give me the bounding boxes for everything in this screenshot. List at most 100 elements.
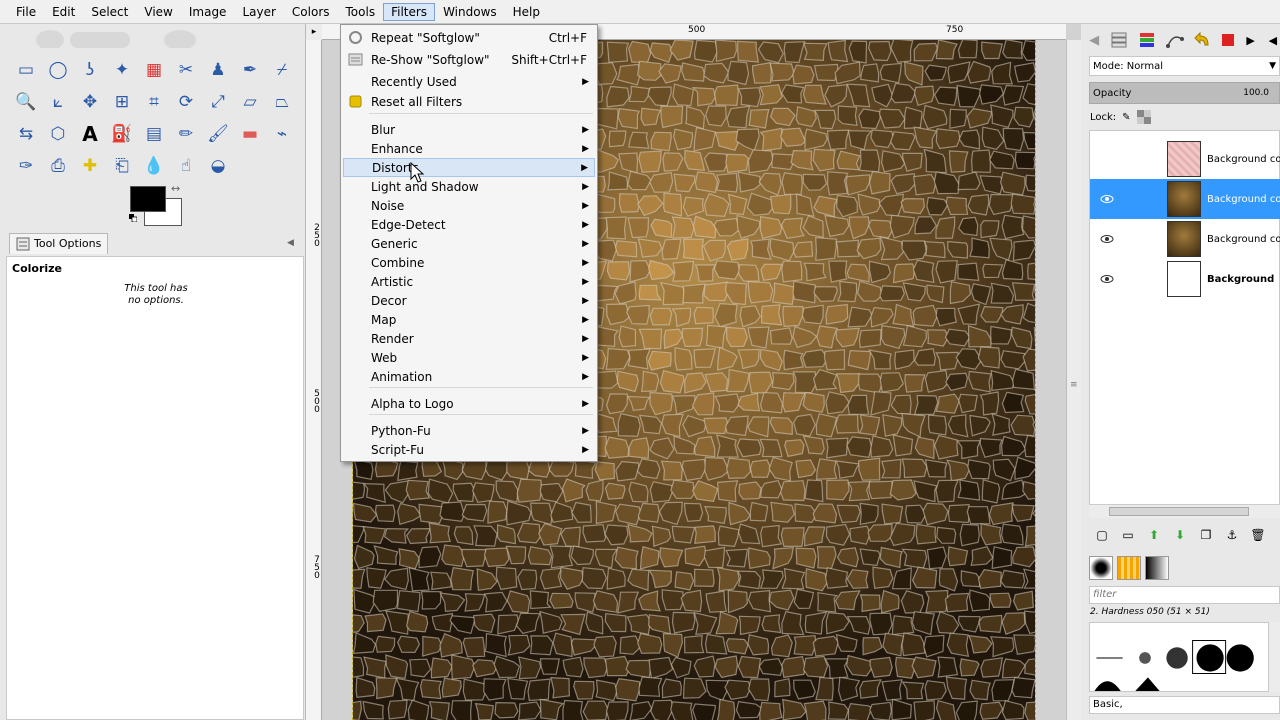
layers-horizontal-scrollbar[interactable] [1089,504,1280,518]
foreground-color-swatch[interactable] [130,186,166,212]
menu-view[interactable]: View [136,3,180,21]
paths-tab-icon[interactable] [1165,29,1185,51]
lower-layer-icon[interactable]: ⬇ [1171,527,1189,543]
layer-name[interactable]: Background cop [1207,154,1280,165]
filters-menu-item-recently-used[interactable]: Recently Used ▶ [343,72,595,91]
zoom-tool-icon[interactable]: 🔍 [12,88,40,116]
scale-tool-icon[interactable]: ⤢ [204,88,232,116]
crop-tool-icon[interactable]: ⌗ [140,88,168,116]
filters-menu-item-re-show-softglow[interactable]: Re-Show "Softglow" Shift+Ctrl+F [343,50,595,69]
filters-menu-item-light-and-shadow[interactable]: Light and Shadow ▶ [343,177,595,196]
perspective-tool-icon[interactable]: ⏢ [268,88,296,116]
filters-menu-item-decor[interactable]: Decor ▶ [343,291,595,310]
brushes-tab-icon[interactable] [1089,556,1113,580]
layer-row[interactable]: Background cop [1090,179,1280,219]
layer-row[interactable]: Background cop [1090,139,1280,179]
menu-tools[interactable]: Tools [338,3,384,21]
perspective-clone-tool-icon[interactable]: ⎗ [108,152,136,180]
filters-menu-item-animation[interactable]: Animation ▶ [343,367,595,386]
raise-layer-icon[interactable]: ⬆ [1145,527,1163,543]
undo-history-tab-icon[interactable] [1193,29,1213,51]
bucket-fill-tool-icon[interactable]: ⛽ [108,120,136,148]
layer-row[interactable]: Background cop [1090,219,1280,259]
filters-menu-item-artistic[interactable]: Artistic ▶ [343,272,595,291]
filters-menu-item-alpha-to-logo[interactable]: Alpha to Logo ▶ [343,394,595,413]
visibility-eye-icon[interactable] [1100,192,1114,206]
filters-menu-item-render[interactable]: Render ▶ [343,329,595,348]
color-area[interactable]: ↔ [128,182,188,228]
rect-select-tool-icon[interactable]: ▭ [12,56,40,84]
duplicate-layer-icon[interactable]: ❐ [1197,527,1215,543]
filters-menu-item-edge-detect[interactable]: Edge-Detect ▶ [343,215,595,234]
menu-help[interactable]: Help [505,3,548,21]
filters-menu-item-generic[interactable]: Generic ▶ [343,234,595,253]
filters-menu-item-map[interactable]: Map ▶ [343,310,595,329]
lock-pixels-icon[interactable]: ✎ [1122,112,1130,123]
airbrush-tool-icon[interactable]: ⌁ [268,120,296,148]
visibility-eye-icon[interactable] [1100,272,1114,286]
flip-tool-icon[interactable]: ⇆ [12,120,40,148]
brush-filter-input[interactable]: filter [1089,586,1280,604]
filters-menu-item-repeat-softglow[interactable]: Repeat "Softglow" Ctrl+F [343,28,595,47]
new-layer-icon[interactable]: ▢ [1093,527,1111,543]
filters-menu-item-enhance[interactable]: Enhance ▶ [343,139,595,158]
paths-tool-icon[interactable]: ✒ [236,56,264,84]
layer-name[interactable]: Background cop [1207,194,1280,205]
smudge-tool-icon[interactable]: ☝ [172,152,200,180]
opacity-slider[interactable]: Opacity 100.0 [1089,82,1280,104]
filters-menu-item-combine[interactable]: Combine ▶ [343,253,595,272]
channels-tab-icon[interactable] [1137,29,1157,51]
scissors-select-tool-icon[interactable]: ✂ [172,56,200,84]
layer-row[interactable]: Background [1090,259,1280,299]
cage-transform-tool-icon[interactable]: ⬡ [44,120,72,148]
menu-file[interactable]: File [8,3,44,21]
delete-layer-icon[interactable]: 🗑 [1249,527,1267,543]
ruler-left[interactable]: 2 5 0 5 0 0 7 5 0 [306,40,322,720]
align-tool-icon[interactable]: ⊞ [108,88,136,116]
layer-name[interactable]: Background [1207,274,1274,285]
menu-image[interactable]: Image [181,3,235,21]
blur-sharpen-tool-icon[interactable]: 💧 [140,152,168,180]
canvas-vertical-scrollbar[interactable]: ≡ [1066,40,1081,720]
menu-layer[interactable]: Layer [234,3,283,21]
brush-preset-select[interactable]: Basic, [1089,696,1280,714]
panel-menu-icon[interactable]: ◀ [287,238,299,248]
brush-vertical-scrollbar[interactable] [1269,622,1280,692]
ink-tool-icon[interactable]: ✑ [12,152,40,180]
visibility-eye-icon[interactable] [1100,232,1114,246]
move-tool-icon[interactable]: ✥ [76,88,104,116]
gradients-tab-icon[interactable] [1145,556,1169,580]
menu-windows[interactable]: Windows [435,3,505,21]
patterns-tab-icon[interactable] [1117,556,1141,580]
text-tool-icon[interactable]: A [76,120,104,148]
foreground-select-tool-icon[interactable]: ♟ [204,56,232,84]
filters-menu-item-script-fu[interactable]: Script-Fu ▶ [343,440,595,459]
filters-menu-item-blur[interactable]: Blur ▶ [343,120,595,139]
rotate-tool-icon[interactable]: ⟳ [172,88,200,116]
filters-menu-item-reset-all-filters[interactable]: Reset all Filters [343,92,595,111]
dock-scroll-left-icon[interactable]: ◀ [1087,29,1101,51]
select-by-color-tool-icon[interactable]: ▦ [140,56,168,84]
blend-tool-icon[interactable]: ▤ [140,120,168,148]
free-select-tool-icon[interactable]: ʖ [76,56,104,84]
new-layer-group-icon[interactable]: ▭ [1119,527,1137,543]
fuzzy-select-tool-icon[interactable]: ✦ [108,56,136,84]
anchor-layer-icon[interactable]: ⚓ [1223,527,1241,543]
menu-colors[interactable]: Colors [284,3,338,21]
paintbrush-tool-icon[interactable]: 🖌 [204,120,232,148]
swap-colors-icon[interactable]: ↔ [171,182,180,195]
shear-tool-icon[interactable]: ▱ [236,88,264,116]
lock-alpha-icon[interactable] [1136,110,1151,124]
filters-menu-item-distorts[interactable]: Distorts ▶ [343,158,595,177]
filters-menu-item-python-fu[interactable]: Python-Fu ▶ [343,421,595,440]
layer-name[interactable]: Background cop [1207,234,1280,245]
menu-filters[interactable]: Filters [383,2,436,21]
quick-mask-toggle-icon[interactable]: ▸ [306,24,322,40]
menu-edit[interactable]: Edit [44,3,83,21]
color-picker-tool-icon[interactable]: ⌿ [268,56,296,84]
dodge-burn-tool-icon[interactable]: ◒ [204,152,232,180]
ellipse-select-tool-icon[interactable]: ◯ [44,56,72,84]
filters-menu-item-web[interactable]: Web ▶ [343,348,595,367]
dock-menu-icon[interactable]: ◀ [1266,29,1280,51]
layer-mode-select[interactable]: Mode: Normal ▼ [1089,56,1280,76]
